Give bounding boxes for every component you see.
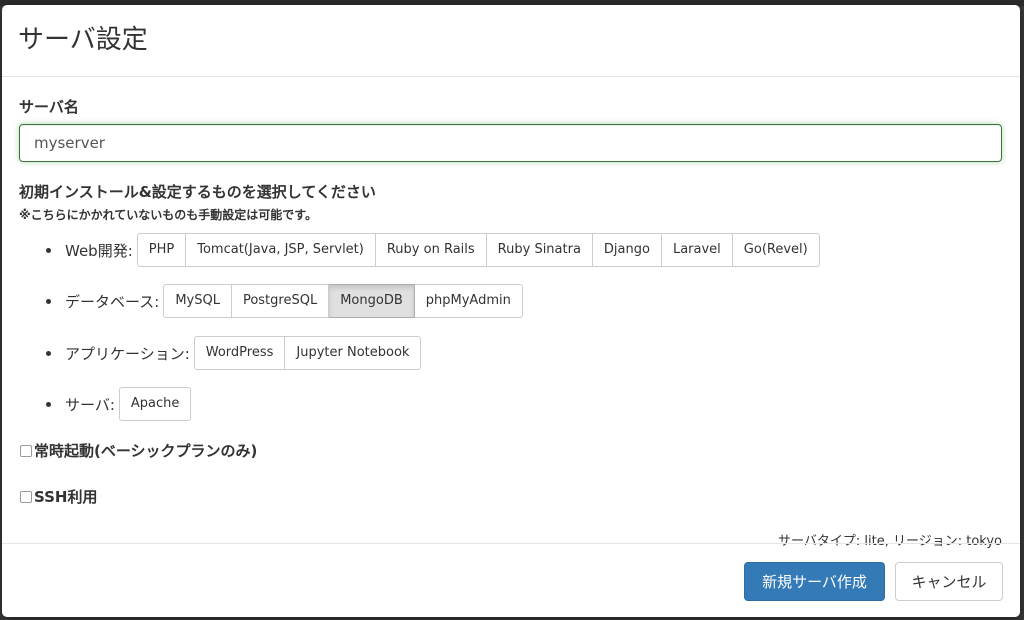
option-mysql[interactable]: MySQL (163, 284, 232, 318)
option-label-application: アプリケーション: (65, 344, 190, 363)
option-phpmyadmin[interactable]: phpMyAdmin (414, 284, 523, 318)
option-label-web: Web開発: (65, 241, 133, 260)
server-settings-modal: サーバ設定 サーバ名 初期インストール&設定するものを選択してください ※こちら… (2, 5, 1020, 617)
option-postgresql[interactable]: PostgreSQL (231, 284, 330, 318)
option-tomcat[interactable]: Tomcat(Java, JSP, Servlet) (186, 233, 376, 267)
create-server-button[interactable]: 新規サーバ作成 (744, 562, 885, 601)
option-ruby-sinatra[interactable]: Ruby Sinatra (486, 233, 593, 267)
server-name-label: サーバ名 (19, 98, 79, 116)
bullet-icon (46, 298, 51, 304)
ssh-label: SSH利用 (34, 488, 98, 506)
modal-footer: 新規サーバ作成 キャンセル (2, 543, 1020, 617)
application-option-group: WordPress Jupyter Notebook (193, 336, 422, 370)
option-ruby-on-rails[interactable]: Ruby on Rails (375, 233, 487, 267)
option-row-database: データベース: MySQL PostgreSQL MongoDB phpMyAd… (46, 284, 523, 318)
install-note: ※こちらにかかれていないものも手動設定は可能です。 (19, 208, 318, 222)
ssh-checkbox[interactable] (20, 490, 32, 503)
option-row-web: Web開発: PHP Tomcat(Java, JSP, Servlet) Ru… (46, 233, 820, 267)
option-go-revel[interactable]: Go(Revel) (732, 233, 820, 267)
always-on-checkbox[interactable] (20, 444, 32, 457)
cancel-button[interactable]: キャンセル (895, 562, 1003, 601)
always-on-label: 常時起動(ベーシックプランのみ) (34, 442, 258, 460)
always-on-checkbox-row[interactable]: 常時起動(ベーシックプランのみ) (20, 440, 257, 461)
option-row-application: アプリケーション: WordPress Jupyter Notebook (46, 336, 422, 370)
web-option-group: PHP Tomcat(Java, JSP, Servlet) Ruby on R… (136, 233, 820, 267)
modal-title: サーバ設定 (18, 25, 148, 55)
option-mongodb[interactable]: MongoDB (329, 284, 415, 318)
option-label-server: サーバ: (65, 395, 115, 414)
install-heading: 初期インストール&設定するものを選択してください (19, 183, 376, 201)
option-apache[interactable]: Apache (118, 387, 192, 421)
option-wordpress[interactable]: WordPress (193, 336, 286, 370)
modal-body: サーバ名 初期インストール&設定するものを選択してください ※こちらにかかれてい… (2, 78, 1020, 549)
bullet-icon (46, 247, 51, 253)
option-php[interactable]: PHP (136, 233, 187, 267)
bullet-icon (46, 401, 51, 407)
modal-header: サーバ設定 (2, 5, 1020, 77)
database-option-group: MySQL PostgreSQL MongoDB phpMyAdmin (163, 284, 523, 318)
server-name-input[interactable] (19, 124, 1002, 162)
server-option-group: Apache (118, 387, 192, 421)
option-label-database: データベース: (65, 292, 160, 311)
ssh-checkbox-row[interactable]: SSH利用 (20, 486, 98, 507)
bullet-icon (46, 350, 51, 356)
option-row-server: サーバ: Apache (46, 387, 192, 421)
option-django[interactable]: Django (592, 233, 662, 267)
option-jupyter-notebook[interactable]: Jupyter Notebook (285, 336, 422, 370)
option-laravel[interactable]: Laravel (661, 233, 733, 267)
